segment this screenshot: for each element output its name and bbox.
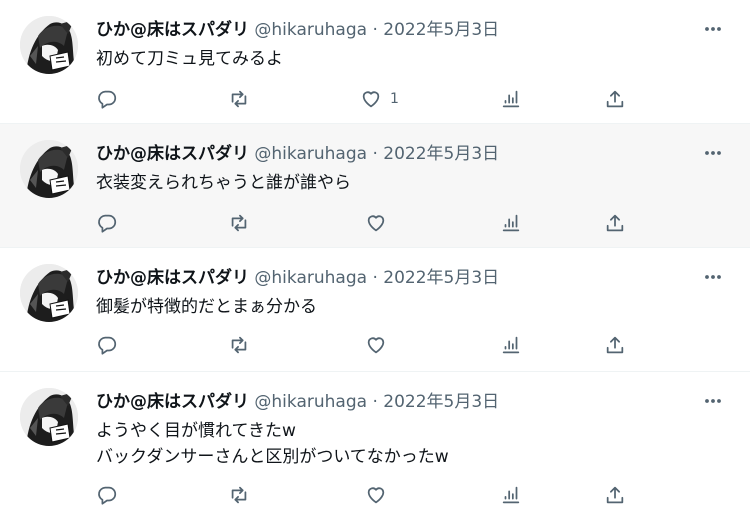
tweet-actions bbox=[0, 212, 750, 240]
retweet-icon bbox=[228, 334, 250, 356]
reply-button[interactable] bbox=[96, 88, 118, 110]
separator: · bbox=[372, 20, 378, 40]
avatar[interactable] bbox=[20, 16, 78, 74]
tweet-3[interactable]: ひか@床はスパダリ @hikaruhaga · 2022年5月3日 御髪が特徴的… bbox=[0, 248, 750, 372]
reply-icon bbox=[96, 484, 118, 506]
tweet-text: ようやく目が慣れてきたw バックダンサーさんと区別がついてなかったw bbox=[96, 421, 449, 467]
avatar[interactable] bbox=[20, 140, 78, 198]
like-icon bbox=[360, 88, 382, 110]
timeline: ひか@床はスパダリ @hikaruhaga · 2022年5月3日 初めて刀ミュ… bbox=[0, 0, 750, 528]
like-button[interactable]: 1 bbox=[360, 88, 399, 110]
more-icon[interactable] bbox=[700, 264, 726, 290]
tweet-date[interactable]: 2022年5月3日 bbox=[383, 268, 499, 288]
views-icon bbox=[500, 88, 522, 110]
tweet-2[interactable]: ひか@床はスパダリ @hikaruhaga · 2022年5月3日 衣装変えられ… bbox=[0, 124, 750, 248]
handle[interactable]: @hikaruhaga bbox=[254, 20, 367, 40]
retweet-button[interactable] bbox=[228, 212, 250, 234]
views-button[interactable] bbox=[500, 88, 522, 110]
tweet-4[interactable]: ひか@床はスパダリ @hikaruhaga · 2022年5月3日 ようやく目が… bbox=[0, 372, 750, 528]
share-button[interactable] bbox=[604, 212, 626, 234]
tweet-text: 衣装変えられちゃうと誰が誰やら bbox=[96, 173, 351, 193]
retweet-button[interactable] bbox=[228, 484, 250, 506]
handle[interactable]: @hikaruhaga bbox=[254, 268, 367, 288]
reply-icon bbox=[96, 334, 118, 356]
display-name[interactable]: ひか@床はスパダリ bbox=[96, 20, 249, 40]
avatar[interactable] bbox=[20, 264, 78, 322]
tweet-date[interactable]: 2022年5月3日 bbox=[383, 144, 499, 164]
share-icon bbox=[604, 334, 626, 356]
tweet-date[interactable]: 2022年5月3日 bbox=[383, 20, 499, 40]
share-button[interactable] bbox=[604, 484, 626, 506]
reply-button[interactable] bbox=[96, 484, 118, 506]
retweet-icon bbox=[228, 484, 250, 506]
display-name[interactable]: ひか@床はスパダリ bbox=[96, 392, 249, 412]
more-icon[interactable] bbox=[700, 140, 726, 166]
like-button[interactable] bbox=[365, 212, 395, 234]
reply-button[interactable] bbox=[96, 212, 118, 234]
tweet-1[interactable]: ひか@床はスパダリ @hikaruhaga · 2022年5月3日 初めて刀ミュ… bbox=[0, 0, 750, 124]
share-button[interactable] bbox=[604, 88, 626, 110]
reply-button[interactable] bbox=[96, 334, 118, 356]
share-icon bbox=[604, 212, 626, 234]
like-button[interactable] bbox=[365, 484, 395, 506]
tweet-header: ひか@床はスパダリ @hikaruhaga · 2022年5月3日 bbox=[96, 390, 499, 414]
tweet-text: 初めて刀ミュ見てみるよ bbox=[96, 49, 283, 69]
retweet-icon bbox=[228, 212, 250, 234]
handle[interactable]: @hikaruhaga bbox=[254, 392, 367, 412]
more-icon[interactable] bbox=[700, 16, 726, 42]
separator: · bbox=[372, 144, 378, 164]
retweet-button[interactable] bbox=[228, 334, 250, 356]
display-name[interactable]: ひか@床はスパダリ bbox=[96, 144, 249, 164]
tweet-date[interactable]: 2022年5月3日 bbox=[383, 392, 499, 412]
share-icon bbox=[604, 484, 626, 506]
tweet-actions bbox=[0, 334, 750, 362]
separator: · bbox=[372, 268, 378, 288]
views-button[interactable] bbox=[500, 334, 522, 356]
share-icon bbox=[604, 88, 626, 110]
handle[interactable]: @hikaruhaga bbox=[254, 144, 367, 164]
like-button[interactable] bbox=[365, 334, 395, 356]
like-icon bbox=[365, 484, 387, 506]
retweet-icon bbox=[228, 88, 250, 110]
avatar[interactable] bbox=[20, 388, 78, 446]
tweet-actions bbox=[0, 484, 750, 512]
views-button[interactable] bbox=[500, 212, 522, 234]
tweet-header: ひか@床はスパダリ @hikaruhaga · 2022年5月3日 bbox=[96, 142, 499, 166]
tweet-text: 御髪が特徴的だとまぁ分かる bbox=[96, 297, 317, 317]
like-icon bbox=[365, 334, 387, 356]
like-icon bbox=[365, 212, 387, 234]
share-button[interactable] bbox=[604, 334, 626, 356]
views-icon bbox=[500, 334, 522, 356]
views-icon bbox=[500, 212, 522, 234]
display-name[interactable]: ひか@床はスパダリ bbox=[96, 268, 249, 288]
reply-icon bbox=[96, 88, 118, 110]
views-icon bbox=[500, 484, 522, 506]
tweet-header: ひか@床はスパダリ @hikaruhaga · 2022年5月3日 bbox=[96, 18, 499, 42]
like-count: 1 bbox=[390, 91, 399, 107]
tweet-header: ひか@床はスパダリ @hikaruhaga · 2022年5月3日 bbox=[96, 266, 499, 290]
reply-icon bbox=[96, 212, 118, 234]
retweet-button[interactable] bbox=[228, 88, 250, 110]
views-button[interactable] bbox=[500, 484, 522, 506]
tweet-actions: 1 bbox=[0, 88, 750, 116]
separator: · bbox=[372, 392, 378, 412]
more-icon[interactable] bbox=[700, 388, 726, 414]
